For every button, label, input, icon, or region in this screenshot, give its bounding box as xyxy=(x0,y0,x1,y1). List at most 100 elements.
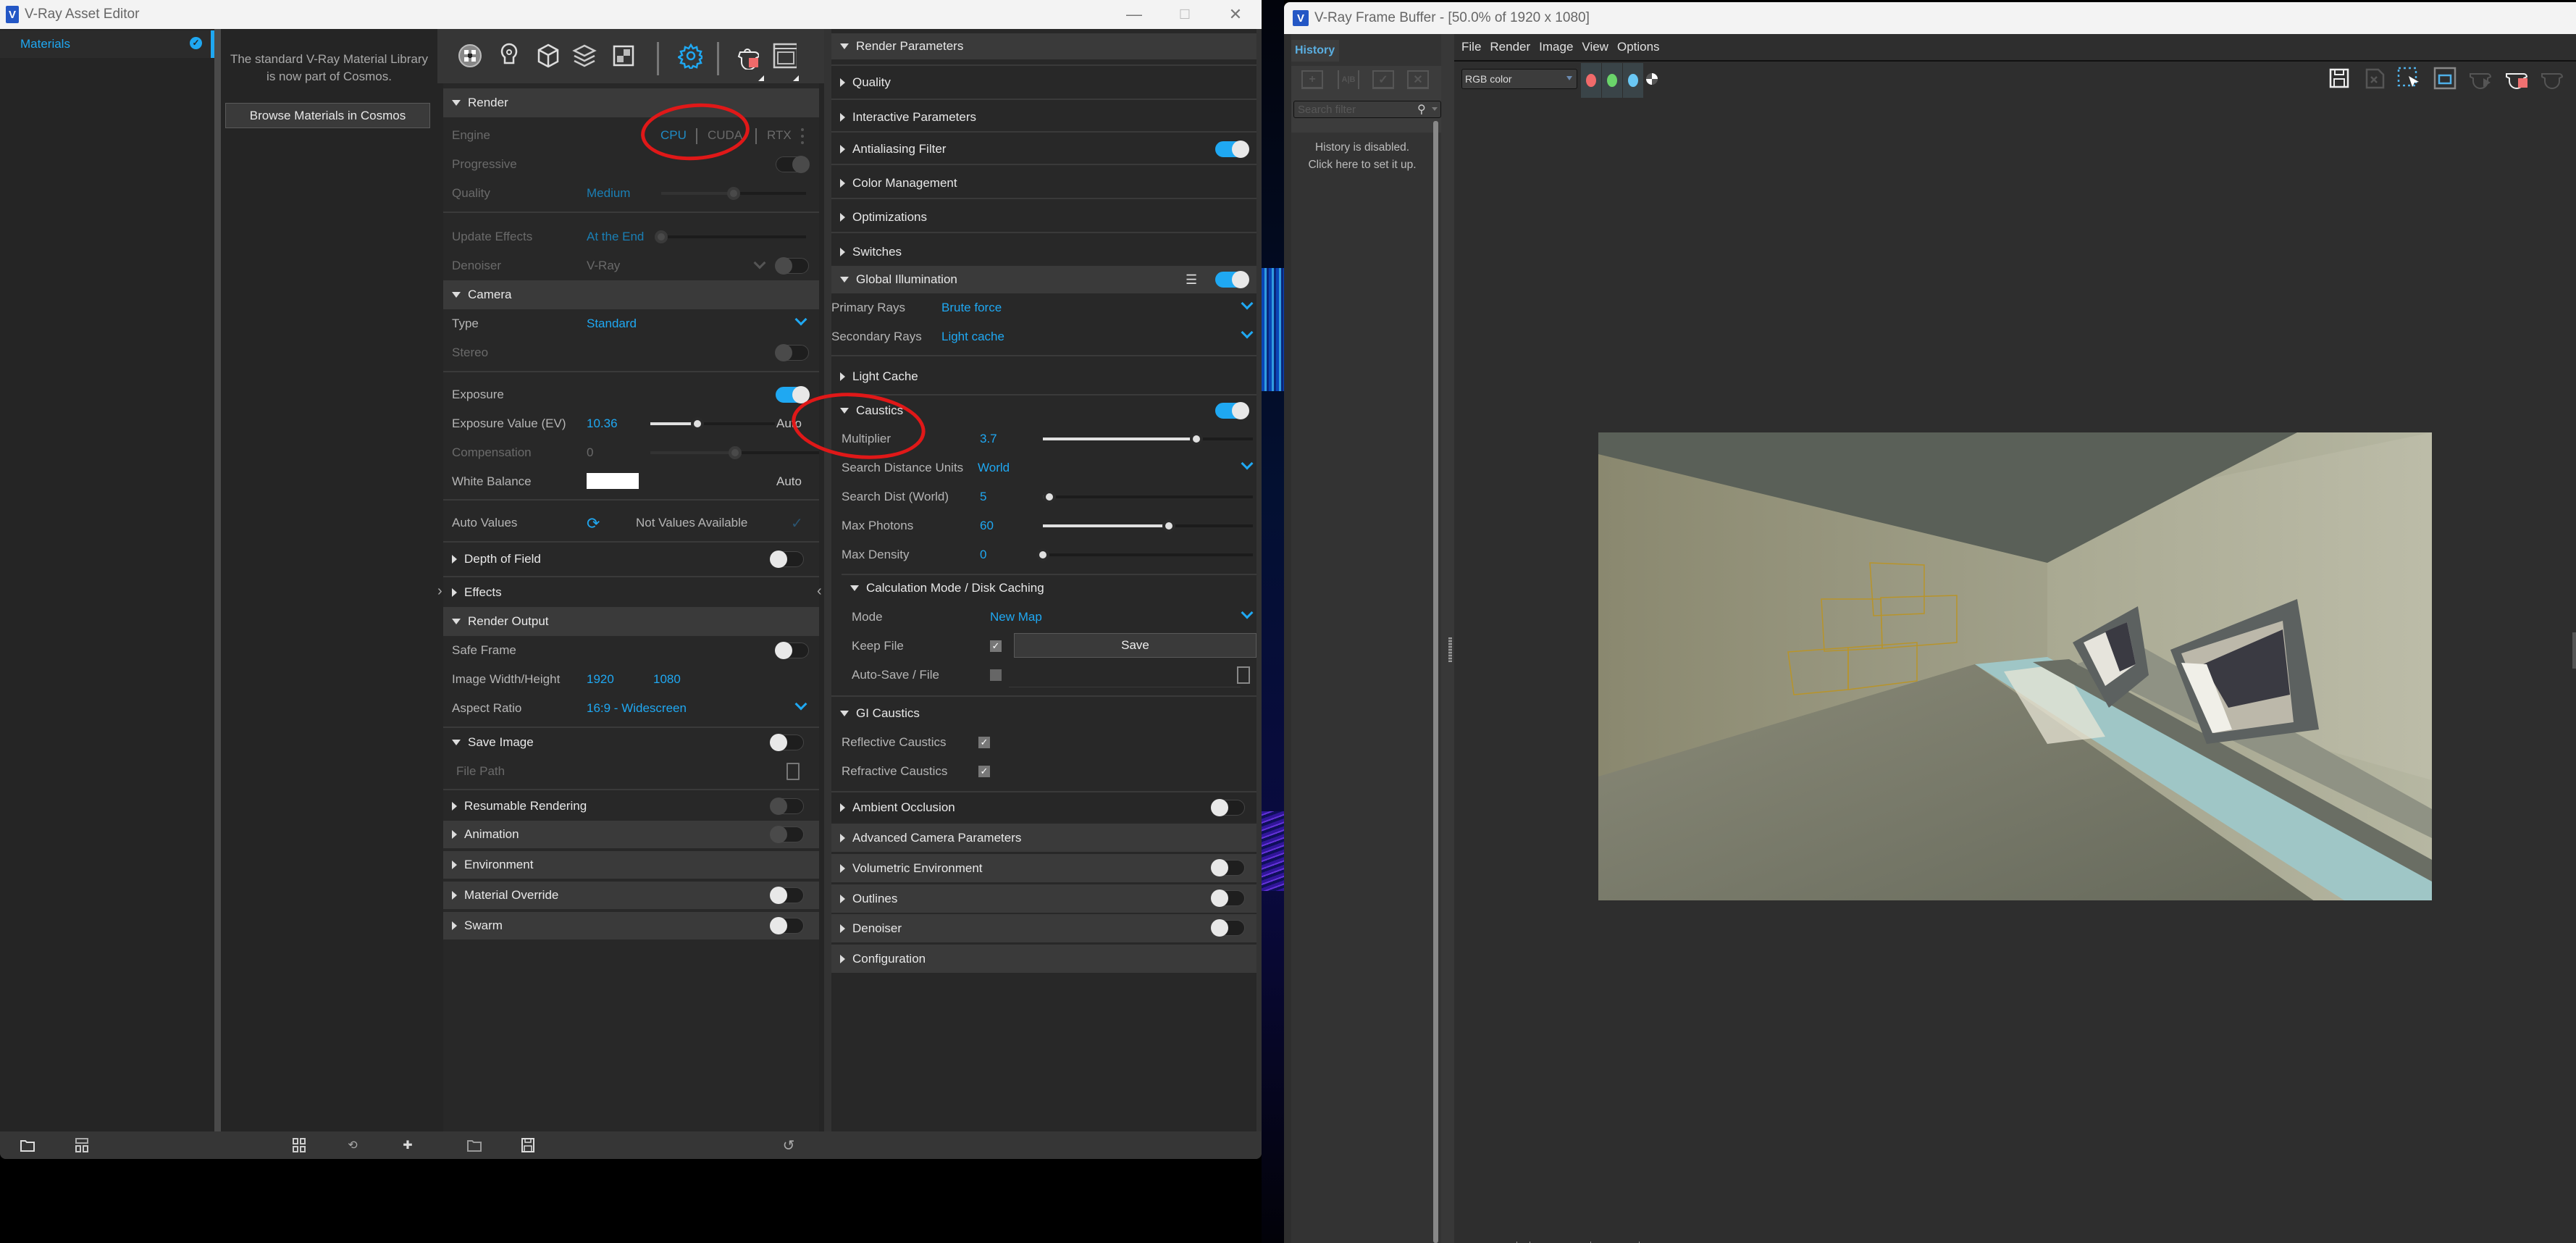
view-layout-icon[interactable] xyxy=(73,1137,91,1154)
file-path-input[interactable]: File Path xyxy=(456,764,505,779)
section-interactive-parameters[interactable]: Interactive Parameters xyxy=(831,103,1256,132)
minimize-button[interactable]: — xyxy=(1112,0,1156,29)
chevron-down-icon[interactable] xyxy=(1241,326,1254,339)
camera-type-dropdown[interactable]: Standard xyxy=(587,317,637,331)
save-button[interactable]: Save xyxy=(1014,633,1256,658)
section-gi-caustics[interactable]: GI Caustics xyxy=(831,699,1256,728)
section-render-output[interactable]: Render Output xyxy=(443,607,819,636)
caustics-toggle[interactable] xyxy=(1215,402,1249,419)
panel-divider[interactable] xyxy=(214,29,221,1131)
expand-panel-icon[interactable]: › xyxy=(437,583,442,600)
chevron-down-icon[interactable] xyxy=(1241,457,1254,470)
section-effects[interactable]: Effects xyxy=(443,578,819,607)
menu-view[interactable]: View xyxy=(1582,40,1608,54)
stereo-toggle[interactable] xyxy=(775,344,809,361)
white-balance-swatch[interactable] xyxy=(587,473,639,489)
section-swarm[interactable]: Swarm xyxy=(443,912,819,939)
engine-cuda-option[interactable]: CUDA xyxy=(708,128,742,143)
material-override-toggle[interactable] xyxy=(770,887,804,904)
interactive-render-icon[interactable] xyxy=(2539,66,2564,91)
resumable-rendering-toggle[interactable] xyxy=(770,798,804,815)
chevron-down-icon[interactable] xyxy=(794,698,807,711)
close-button[interactable]: ✕ xyxy=(1214,0,1257,29)
more-options-icon[interactable] xyxy=(801,128,804,144)
save-to-history-icon[interactable]: + xyxy=(1301,70,1323,89)
geometry-icon[interactable] xyxy=(536,42,561,70)
render-last-icon[interactable] xyxy=(2467,66,2492,91)
max-density-slider[interactable] xyxy=(1036,548,1253,561)
collapse-panel-icon[interactable]: ‹ xyxy=(817,583,822,600)
red-channel-button[interactable] xyxy=(1581,63,1601,98)
section-configuration[interactable]: Configuration xyxy=(831,945,1256,973)
revert-icon[interactable]: ↺ xyxy=(780,1137,797,1154)
engine-cpu-option[interactable]: CPU xyxy=(660,128,687,143)
section-global-illumination[interactable]: Global Illumination ☰ xyxy=(831,266,1256,293)
section-animation[interactable]: Animation xyxy=(443,821,819,848)
sidebar-item-materials[interactable]: Materials ✓ xyxy=(0,30,214,58)
depth-of-field-toggle[interactable] xyxy=(770,551,804,568)
rendered-image[interactable] xyxy=(1598,432,2432,900)
search-units-dropdown[interactable]: World xyxy=(978,461,1010,475)
section-quality[interactable]: Quality xyxy=(831,68,1256,97)
section-depth-of-field[interactable]: Depth of Field xyxy=(443,545,819,574)
section-render-parameters[interactable]: Render Parameters xyxy=(831,33,1256,59)
section-antialiasing-filter[interactable]: Antialiasing Filter xyxy=(831,135,1256,164)
image-file-icon[interactable] xyxy=(786,763,800,780)
exposure-value-slider[interactable] xyxy=(650,417,775,430)
keep-file-checkbox[interactable]: ✓ xyxy=(990,640,1002,652)
secondary-rays-dropdown[interactable]: Light cache xyxy=(941,330,1004,344)
max-photons-input[interactable]: 60 xyxy=(980,519,994,533)
section-material-override[interactable]: Material Override xyxy=(443,882,819,909)
aspect-ratio-dropdown[interactable]: 16:9 - Widescreen xyxy=(587,701,687,716)
refresh-icon[interactable]: ⟳ xyxy=(587,514,600,533)
adjust-sliders-icon[interactable]: ☰ xyxy=(1186,272,1197,288)
engine-rtx-option[interactable]: RTX xyxy=(767,128,792,143)
panel-edge-handle[interactable] xyxy=(2572,632,2576,669)
section-render[interactable]: Render xyxy=(443,88,819,117)
safe-frame-toggle[interactable] xyxy=(775,642,809,659)
search-dist-input[interactable]: 5 xyxy=(980,490,986,504)
textures-icon[interactable] xyxy=(611,42,636,70)
denoiser-effect-toggle[interactable] xyxy=(1211,919,1245,937)
compensation-slider[interactable] xyxy=(650,446,819,459)
section-volumetric-environment[interactable]: Volumetric Environment xyxy=(831,854,1256,882)
section-color-management[interactable]: Color Management xyxy=(831,169,1256,198)
browse-cosmos-button[interactable]: Browse Materials in Cosmos xyxy=(225,103,430,128)
update-effects-slider[interactable] xyxy=(655,230,806,243)
antialiasing-filter-toggle[interactable] xyxy=(1215,141,1249,158)
save-settings-icon[interactable] xyxy=(519,1137,537,1154)
splitter-grip-icon[interactable] xyxy=(1448,637,1452,662)
ambient-occlusion-toggle[interactable] xyxy=(1211,799,1245,816)
section-light-cache[interactable]: Light Cache xyxy=(831,362,1256,391)
chevron-down-icon[interactable] xyxy=(753,256,766,269)
exposure-auto-button[interactable]: Auto xyxy=(776,417,802,431)
image-height-input[interactable]: 1080 xyxy=(653,672,681,687)
history-search-input[interactable]: Search filter ⚲ xyxy=(1293,101,1441,118)
search-scene-icon[interactable]: ⟲ xyxy=(344,1137,361,1154)
section-optimizations[interactable]: Optimizations xyxy=(831,203,1256,232)
denoiser-value[interactable]: V-Ray xyxy=(587,259,620,273)
section-ambient-occlusion[interactable]: Ambient Occlusion xyxy=(831,793,1256,822)
swarm-toggle[interactable] xyxy=(770,917,804,934)
remove-history-icon[interactable]: ✕ xyxy=(1407,70,1429,89)
animation-toggle[interactable] xyxy=(770,826,804,843)
menu-render[interactable]: Render xyxy=(1490,40,1530,54)
lights-icon[interactable] xyxy=(497,42,521,70)
save-image-toggle[interactable] xyxy=(770,734,804,751)
settings-icon[interactable] xyxy=(678,42,702,70)
global-illumination-toggle[interactable] xyxy=(1215,271,1249,288)
exposure-value-input[interactable]: 10.36 xyxy=(587,417,618,431)
open-file-icon[interactable] xyxy=(19,1137,36,1154)
save-image-icon[interactable] xyxy=(2327,66,2351,91)
ab-compare-icon[interactable]: A|B xyxy=(1338,70,1359,89)
section-environment[interactable]: Environment xyxy=(443,851,819,879)
history-scrollbar[interactable] xyxy=(1433,121,1438,1243)
section-resumable-rendering[interactable]: Resumable Rendering xyxy=(443,792,819,821)
section-switches[interactable]: Switches xyxy=(831,238,1256,267)
section-save-image[interactable]: Save Image xyxy=(443,728,819,757)
blue-channel-button[interactable] xyxy=(1623,63,1643,98)
white-balance-auto-button[interactable]: Auto xyxy=(776,474,802,489)
green-channel-button[interactable] xyxy=(1602,63,1622,98)
section-caustics[interactable]: Caustics xyxy=(831,396,1256,425)
menu-image[interactable]: Image xyxy=(1539,40,1573,54)
